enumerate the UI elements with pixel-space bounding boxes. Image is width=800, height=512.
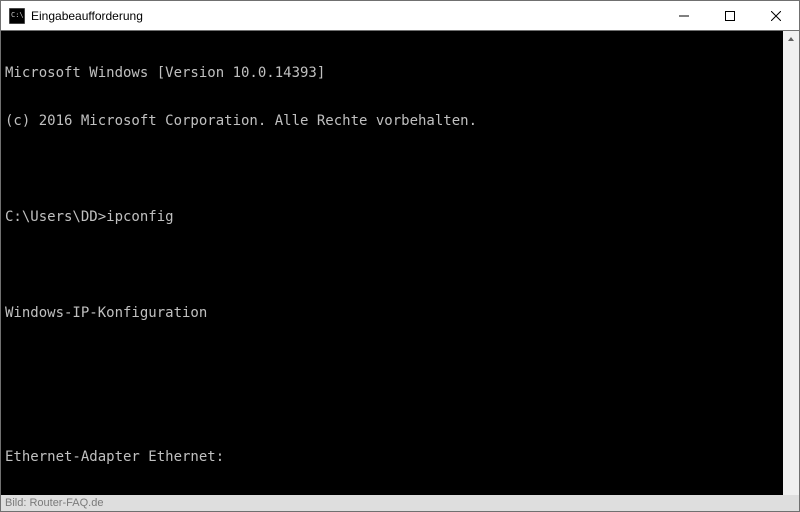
image-caption: Bild: Router-FAQ.de — [1, 495, 799, 511]
window-controls — [661, 1, 799, 30]
output-line — [5, 401, 795, 417]
prompt-line: C:\Users\DD>ipconfig — [5, 209, 795, 225]
output-line: Windows-IP-Konfiguration — [5, 305, 795, 321]
output-line: Ethernet-Adapter Ethernet: — [5, 449, 795, 465]
close-button[interactable] — [753, 1, 799, 30]
scroll-up-button[interactable] — [783, 31, 799, 47]
cmd-icon: C:\ — [9, 8, 25, 24]
minimize-button[interactable] — [661, 1, 707, 30]
output-line — [5, 257, 795, 273]
terminal-output[interactable]: Microsoft Windows [Version 10.0.14393] (… — [1, 31, 799, 511]
window-title: Eingabeaufforderung — [31, 9, 661, 23]
maximize-button[interactable] — [707, 1, 753, 30]
command-prompt-window: C:\ Eingabeaufforderung Microsoft Window… — [0, 0, 800, 512]
output-line — [5, 353, 795, 369]
vertical-scrollbar[interactable] — [783, 31, 799, 511]
output-line: Microsoft Windows [Version 10.0.14393] — [5, 65, 795, 81]
output-line: (c) 2016 Microsoft Corporation. Alle Rec… — [5, 113, 795, 129]
titlebar[interactable]: C:\ Eingabeaufforderung — [1, 1, 799, 31]
svg-text:C:\: C:\ — [11, 11, 24, 19]
output-line — [5, 161, 795, 177]
scrollbar-track[interactable] — [783, 47, 799, 495]
